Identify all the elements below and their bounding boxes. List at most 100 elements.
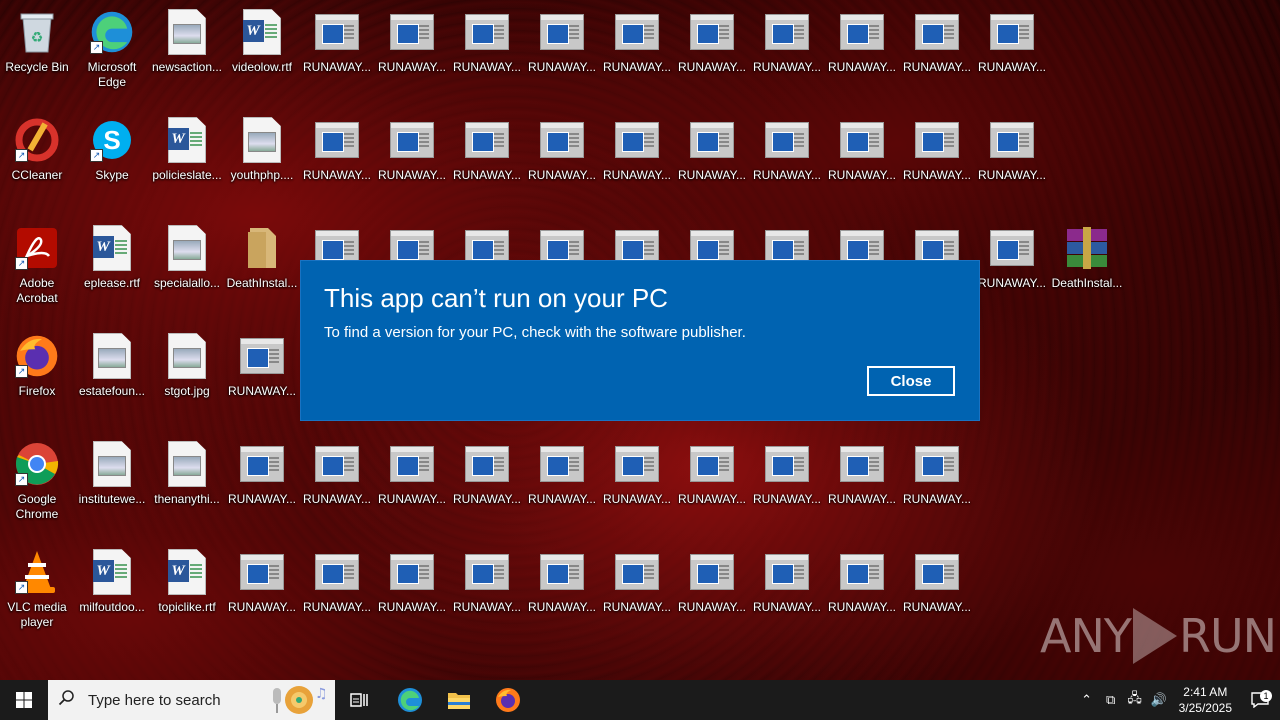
volume-icon[interactable]: 🔊 <box>1147 692 1171 708</box>
desktop-icon-vlc[interactable]: ↗ VLC media player <box>0 540 74 640</box>
play-icon <box>1132 608 1177 664</box>
desktop-icon-runaway[interactable]: RUNAWAY... <box>525 432 599 532</box>
task-view-button[interactable] <box>335 680 385 720</box>
desktop-icon-runaway[interactable]: RUNAWAY... <box>600 432 674 532</box>
error-dialog: This app can’t run on your PC To find a … <box>300 260 980 421</box>
taskbar-firefox-button[interactable] <box>483 680 532 720</box>
desktop-icon-edge[interactable]: ↗ Microsoft Edge <box>75 0 149 100</box>
desktop-icon-runaway[interactable]: RUNAWAY... <box>900 540 974 640</box>
desktop-icon-label: Skype <box>95 168 129 182</box>
desktop-icon-winrar[interactable]: DeathInstal... <box>1050 216 1124 316</box>
meet-now-icon[interactable]: ⧉ <box>1099 692 1123 708</box>
desktop-icon-runaway[interactable]: RUNAWAY... <box>450 0 524 100</box>
desktop-icon-acrobat[interactable]: ↗ Adobe Acrobat <box>0 216 74 316</box>
desktop-icon-runaway[interactable]: RUNAWAY... <box>825 432 899 532</box>
desktop-icon-label: RUNAWAY... <box>302 492 371 506</box>
desktop-icon-label: RUNAWAY... <box>677 168 746 182</box>
desktop-icon-runaway[interactable]: RUNAWAY... <box>375 432 449 532</box>
desktop-icon-runaway[interactable]: RUNAWAY... <box>450 540 524 640</box>
start-button[interactable] <box>0 680 48 720</box>
close-button[interactable]: Close <box>867 366 955 396</box>
desktop-icon-label: newsaction... <box>151 60 223 74</box>
taskbar-edge-button[interactable] <box>385 680 434 720</box>
desktop-icon-runaway[interactable]: RUNAWAY... <box>450 432 524 532</box>
desktop-icon-firefox[interactable]: ↗ Firefox <box>0 324 74 424</box>
desktop-icon-runaway[interactable]: RUNAWAY... <box>975 0 1049 100</box>
desktop-icon-runaway[interactable]: RUNAWAY... <box>375 108 449 208</box>
desktop-icon-runaway[interactable]: RUNAWAY... <box>300 540 374 640</box>
desktop-icon-runaway[interactable]: RUNAWAY... <box>525 108 599 208</box>
runaway-icon <box>538 116 586 164</box>
desktop-icon-runaway[interactable]: RUNAWAY... <box>300 108 374 208</box>
shortcut-arrow-icon: ↗ <box>15 257 28 270</box>
desktop-icon-runaway[interactable]: RUNAWAY... <box>750 108 824 208</box>
desktop-icon-runaway[interactable]: RUNAWAY... <box>375 540 449 640</box>
desktop-icon-word[interactable]: Wpolicieslate... <box>150 108 224 208</box>
desktop-icon-runaway[interactable]: RUNAWAY... <box>900 432 974 532</box>
vlc-icon: ↗ <box>13 548 61 596</box>
desktop-icon-runaway[interactable]: RUNAWAY... <box>750 0 824 100</box>
desktop-icon-word[interactable]: Wtopiclike.rtf <box>150 540 224 640</box>
desktop-icon-label: DeathInstal... <box>226 276 298 290</box>
desktop-icon-runaway[interactable]: RUNAWAY... <box>525 540 599 640</box>
desktop-icon-image[interactable]: thenanythi... <box>150 432 224 532</box>
desktop-icon-runaway[interactable]: RUNAWAY... <box>675 108 749 208</box>
runaway-icon <box>913 440 961 488</box>
desktop-icon-runaway[interactable]: RUNAWAY... <box>225 432 299 532</box>
desktop-icon-ccleaner[interactable]: ↗ CCleaner <box>0 108 74 208</box>
desktop-icon-runaway[interactable]: RUNAWAY... <box>225 324 299 424</box>
desktop-icon-image[interactable]: newsaction... <box>150 0 224 100</box>
desktop-icon-label: thenanythi... <box>154 492 220 506</box>
desktop-icon-runaway[interactable]: RUNAWAY... <box>975 216 1049 316</box>
network-icon[interactable]: 🖧 <box>1123 689 1147 711</box>
word-icon: W <box>88 548 136 596</box>
desktop-icon-runaway[interactable]: RUNAWAY... <box>975 108 1049 208</box>
desktop-icon-runaway[interactable]: RUNAWAY... <box>675 432 749 532</box>
desktop-icon-runaway[interactable]: RUNAWAY... <box>825 108 899 208</box>
desktop-icon-image[interactable]: institutewe... <box>75 432 149 532</box>
runaway-icon <box>988 116 1036 164</box>
desktop-icon-image[interactable]: stgot.jpg <box>150 324 224 424</box>
desktop-icon-runaway[interactable]: RUNAWAY... <box>900 108 974 208</box>
desktop-icon-runaway[interactable]: RUNAWAY... <box>300 0 374 100</box>
desktop-icon-runaway[interactable]: RUNAWAY... <box>825 540 899 640</box>
desktop-icon-runaway[interactable]: RUNAWAY... <box>300 432 374 532</box>
desktop-icon-image[interactable]: youthphp.... <box>225 108 299 208</box>
desktop-icon-runaway[interactable]: RUNAWAY... <box>375 0 449 100</box>
desktop-icon-label: videolow.rtf <box>231 60 293 74</box>
desktop-icon-runaway[interactable]: RUNAWAY... <box>750 540 824 640</box>
notification-center-button[interactable]: 1 <box>1240 680 1280 720</box>
clock[interactable]: 2:41 AM 3/25/2025 <box>1179 684 1232 716</box>
desktop-icon-runaway[interactable]: RUNAWAY... <box>600 108 674 208</box>
chevron-up-icon[interactable]: ⌃ <box>1075 692 1099 708</box>
desktop-icon-chrome[interactable]: ↗ Google Chrome <box>0 432 74 532</box>
image-icon <box>88 440 136 488</box>
desktop-icon-runaway[interactable]: RUNAWAY... <box>525 0 599 100</box>
search-icon <box>58 689 78 712</box>
desktop-icon-word[interactable]: Wvideolow.rtf <box>225 0 299 100</box>
search-box[interactable]: Type here to search ♫ <box>48 680 335 720</box>
desktop-icon-runaway[interactable]: RUNAWAY... <box>675 0 749 100</box>
desktop-icon-runaway[interactable]: RUNAWAY... <box>750 432 824 532</box>
word-icon: W <box>238 8 286 56</box>
taskbar-explorer-button[interactable] <box>434 680 483 720</box>
runaway-icon <box>463 8 511 56</box>
desktop-icon-recycle[interactable]: ♻ Recycle Bin <box>0 0 74 100</box>
desktop-icon-folder[interactable]: DeathInstal... <box>225 216 299 316</box>
desktop-icon-runaway[interactable]: RUNAWAY... <box>450 108 524 208</box>
desktop-icon-image[interactable]: specialallo... <box>150 216 224 316</box>
shortcut-arrow-icon: ↗ <box>90 149 103 162</box>
desktop-icon-image[interactable]: estatefoun... <box>75 324 149 424</box>
desktop-icon-runaway[interactable]: RUNAWAY... <box>600 540 674 640</box>
desktop-icon-skype[interactable]: S ↗ Skype <box>75 108 149 208</box>
dialog-title: This app can’t run on your PC <box>324 283 668 313</box>
desktop-icon-runaway[interactable]: RUNAWAY... <box>900 0 974 100</box>
desktop-icon-runaway[interactable]: RUNAWAY... <box>225 540 299 640</box>
desktop-icon-runaway[interactable]: RUNAWAY... <box>825 0 899 100</box>
runaway-icon <box>238 548 286 596</box>
desktop-icon-label: RUNAWAY... <box>527 492 596 506</box>
desktop-icon-word[interactable]: Wmilfoutdoo... <box>75 540 149 640</box>
desktop-icon-word[interactable]: Weplease.rtf <box>75 216 149 316</box>
desktop-icon-runaway[interactable]: RUNAWAY... <box>675 540 749 640</box>
desktop-icon-runaway[interactable]: RUNAWAY... <box>600 0 674 100</box>
